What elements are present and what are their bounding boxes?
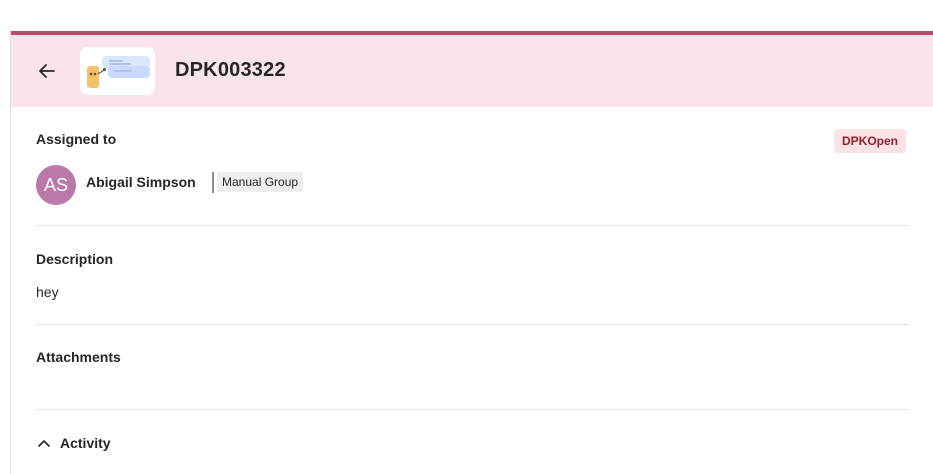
- assignee-divider: [212, 172, 214, 193]
- ticket-thumbnail: [80, 47, 155, 95]
- section-divider: [36, 324, 909, 325]
- attachments-label: Attachments: [36, 349, 121, 365]
- activity-toggle[interactable]: Activity: [36, 433, 111, 453]
- chevron-up-icon: [38, 440, 50, 447]
- section-divider: [36, 409, 909, 410]
- avatar: AS: [36, 165, 76, 205]
- ticket-detail-panel: DPK003322 Assigned to DPKOpen AS Abigail…: [10, 31, 933, 474]
- assignee-name: Abigail Simpson: [86, 174, 196, 190]
- arrow-left-icon: [39, 64, 55, 78]
- ticket-id: DPK003322: [175, 59, 286, 81]
- ticket-illustration-icon: [87, 56, 150, 88]
- description-label: Description: [36, 251, 114, 267]
- assigned-to-label: Assigned to: [36, 131, 117, 147]
- group-tag: Manual Group: [217, 172, 304, 192]
- status-badge: DPKOpen: [834, 129, 907, 153]
- ticket-header: DPK003322: [11, 35, 933, 107]
- activity-label: Activity: [60, 435, 111, 451]
- back-button[interactable]: [31, 55, 63, 87]
- section-divider: [36, 225, 909, 226]
- description-text: hey: [36, 284, 59, 300]
